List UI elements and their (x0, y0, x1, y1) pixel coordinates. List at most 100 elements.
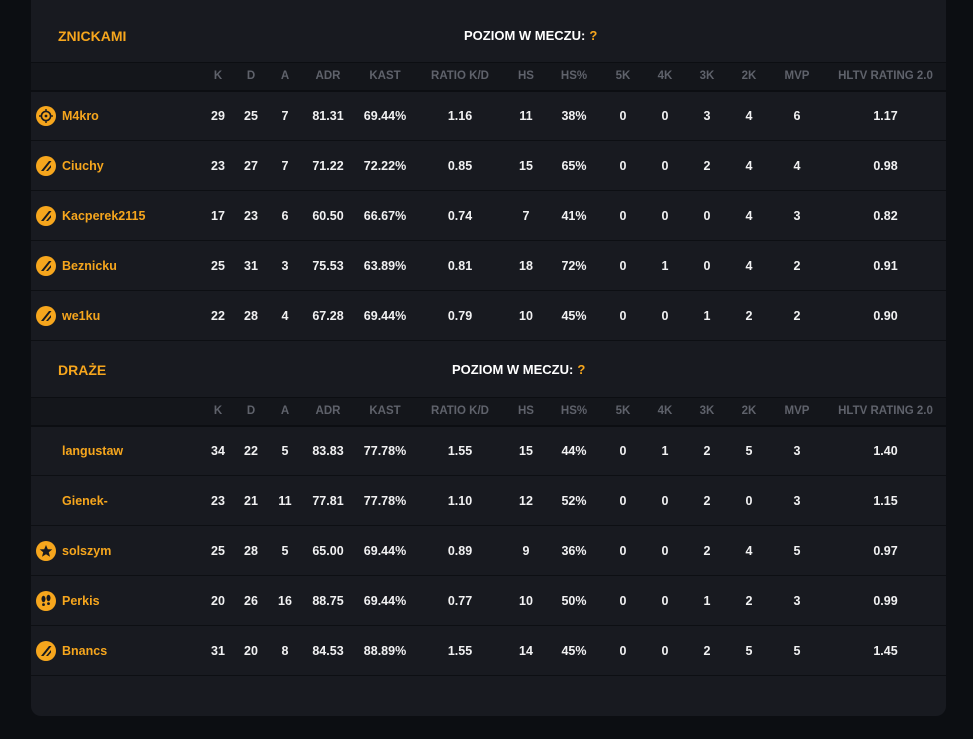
stat-cell: 0 (645, 190, 685, 241)
stat-cell: 72.22% (355, 140, 415, 191)
stat-cell: 4 (269, 290, 301, 341)
stat-cell: 84.53 (301, 625, 355, 676)
column-header[interactable]: RATIO K/D (415, 62, 505, 92)
stat-cell: 38% (547, 90, 601, 141)
player-link[interactable]: M4kro (36, 105, 203, 126)
stat-cell: 77.81 (301, 475, 355, 526)
player-link[interactable]: solszym (36, 540, 203, 561)
column-header[interactable]: HS (505, 397, 547, 427)
player-link[interactable]: we1ku (36, 305, 203, 326)
column-header[interactable]: 3K (685, 62, 729, 92)
player-name: Bnancs (62, 643, 108, 658)
footprints-icon (36, 590, 56, 611)
table-row: solszym 25 28 5 65.00 69.44% 0.89 9 36% 0 0 2 4 5 0.97 (31, 525, 946, 576)
table-row: Kacperek2115 17 23 6 60.50 66.67% 0.74 7 41% 0 0 0 4… (31, 190, 946, 241)
column-header[interactable]: D (233, 397, 269, 427)
table-row: langustaw 34 22 5 83.83 77.78% 1.55 15 44% 0 1 2 5 3 1… (31, 425, 946, 476)
column-header[interactable]: HS% (547, 397, 601, 427)
stat-cell: 23 (203, 475, 233, 526)
column-header[interactable]: HLTV RATING 2.0 (825, 62, 946, 92)
stat-cell: 17 (203, 190, 233, 241)
column-header[interactable]: A (269, 397, 301, 427)
stat-cell: 0.85 (415, 140, 505, 191)
player-link[interactable]: Ciuchy (36, 155, 203, 176)
player-cell: solszym (31, 525, 203, 576)
column-header[interactable]: 2K (729, 62, 769, 92)
stat-cell: 0.90 (825, 290, 946, 341)
player-name: langustaw (62, 443, 124, 458)
slash-badge-icon (36, 155, 56, 176)
player-link[interactable]: langustaw (36, 444, 203, 458)
match-level-value[interactable]: ? (577, 362, 585, 377)
column-header[interactable]: KAST (355, 397, 415, 427)
column-header[interactable]: K (203, 397, 233, 427)
stat-cell: 0 (645, 575, 685, 626)
stat-cell: 2 (769, 240, 825, 291)
column-header[interactable]: HLTV RATING 2.0 (825, 397, 946, 427)
player-link[interactable]: Kacperek2115 (36, 205, 203, 226)
stat-cell: 22 (203, 290, 233, 341)
table-row: Bnancs 31 20 8 84.53 88.89% 1.55 14 45% 0 0 2 5 5 1.45 (31, 625, 946, 676)
stat-cell: 0.79 (415, 290, 505, 341)
stat-cell: 77.78% (355, 425, 415, 476)
stat-cell: 7 (505, 190, 547, 241)
stat-cell: 44% (547, 425, 601, 476)
column-header[interactable]: 5K (601, 397, 645, 427)
column-header[interactable]: ADR (301, 62, 355, 92)
column-header[interactable]: HS (505, 62, 547, 92)
stat-cell: 0 (645, 140, 685, 191)
slash-badge-icon (36, 305, 56, 326)
stat-cell: 5 (729, 425, 769, 476)
table-row: Beznicku 25 31 3 75.53 63.89% 0.81 18 72% 0 1 0 4 2 0.… (31, 240, 946, 291)
stat-cell: 0 (601, 140, 645, 191)
table-header-row: K D A ADR KAST RATIO K/D HS HS% 5K 4K 3K 2K MVP HLTV … (31, 62, 946, 92)
column-header[interactable]: KAST (355, 62, 415, 92)
stat-cell: 0 (601, 575, 645, 626)
stat-cell: 69.44% (355, 525, 415, 576)
column-header[interactable]: 4K (645, 62, 685, 92)
stat-cell: 1.40 (825, 425, 946, 476)
column-header[interactable]: D (233, 62, 269, 92)
player-link[interactable]: Gienek- (36, 494, 203, 508)
stat-cell: 0.82 (825, 190, 946, 241)
player-name: Perkis (62, 593, 100, 608)
stat-cell: 0 (601, 425, 645, 476)
stat-cell: 4 (729, 90, 769, 141)
player-cell: Bnancs (31, 625, 203, 676)
player-cell: M4kro (31, 90, 203, 141)
stat-cell: 45% (547, 290, 601, 341)
player-link[interactable]: Bnancs (36, 640, 203, 661)
column-header[interactable]: HS% (547, 62, 601, 92)
column-header[interactable]: 4K (645, 397, 685, 427)
stat-cell: 1 (685, 290, 729, 341)
player-link[interactable]: Beznicku (36, 255, 203, 276)
stat-cell: 11 (505, 90, 547, 141)
stat-cell: 45% (547, 625, 601, 676)
stat-cell: 1 (645, 425, 685, 476)
stat-cell: 25 (203, 525, 233, 576)
player-name: solszym (62, 543, 112, 558)
player-name: we1ku (62, 308, 101, 323)
match-stats-panel: ZNICKAMI POZIOM W MECZU:? K D A ADR KAST RATIO … (31, 0, 946, 716)
column-header[interactable]: 2K (729, 397, 769, 427)
stat-cell: 15 (505, 140, 547, 191)
stat-cell: 69.44% (355, 290, 415, 341)
stat-cell: 20 (233, 625, 269, 676)
column-header[interactable]: 5K (601, 62, 645, 92)
stat-cell: 0.74 (415, 190, 505, 241)
table-row: M4kro 29 25 7 81.31 69.44% 1.16 11 38% 0 0 3 4 6 1.17 (31, 90, 946, 141)
stat-cell: 0 (645, 625, 685, 676)
player-name: Gienek- (62, 493, 108, 508)
column-header[interactable]: MVP (769, 397, 825, 427)
player-link[interactable]: Perkis (36, 590, 203, 611)
column-header[interactable]: A (269, 62, 301, 92)
match-level-value[interactable]: ? (589, 28, 597, 43)
stat-cell: 14 (505, 625, 547, 676)
stat-cell: 2 (685, 140, 729, 191)
column-header[interactable]: RATIO K/D (415, 397, 505, 427)
column-header[interactable]: MVP (769, 62, 825, 92)
column-header[interactable]: ADR (301, 397, 355, 427)
column-header[interactable]: 3K (685, 397, 729, 427)
column-header[interactable]: K (203, 62, 233, 92)
stat-cell: 63.89% (355, 240, 415, 291)
